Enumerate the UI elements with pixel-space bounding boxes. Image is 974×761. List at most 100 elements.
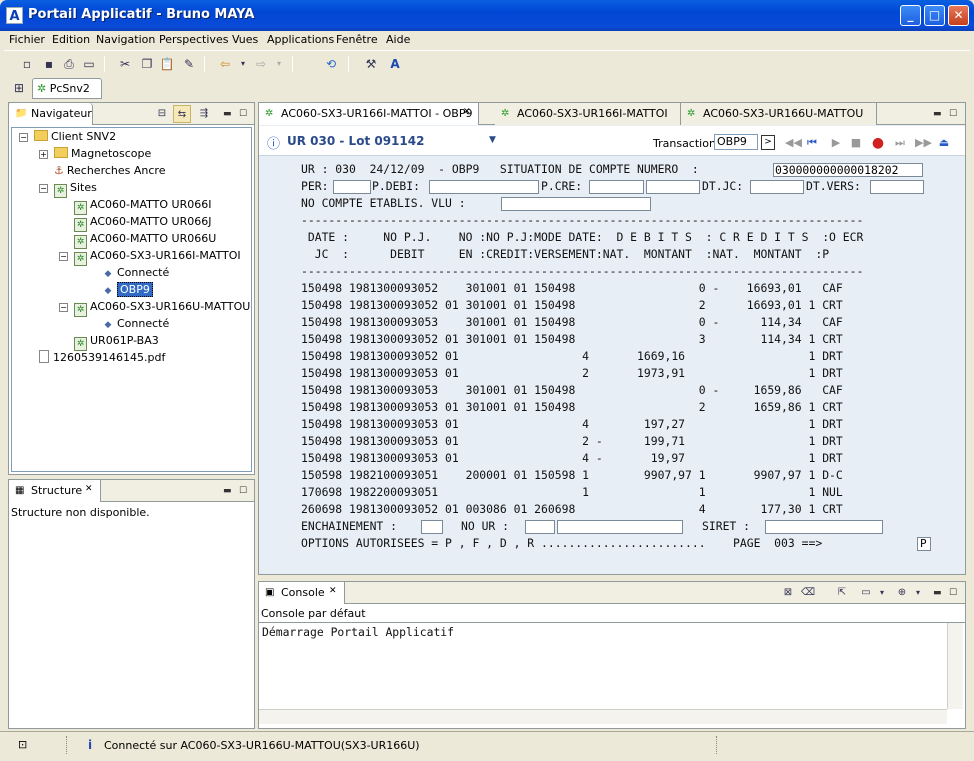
tab-editor[interactable]: ✲ AC060-SX3-UR166U-MATTOU (681, 103, 877, 125)
tree-node-root[interactable]: − Client SNV2 (19, 129, 116, 145)
menu-edition[interactable]: Edition (52, 33, 90, 46)
print-icon[interactable]: ⎙ (60, 55, 78, 73)
close-tab-icon[interactable]: ✕ (329, 586, 337, 596)
header-dropdown-icon[interactable]: ▼ (489, 135, 496, 145)
forward-icon[interactable]: ⇨ (252, 55, 270, 73)
transaction-input[interactable]: OBP9 (714, 134, 758, 150)
maximize-view-icon[interactable]: ☐ (239, 486, 247, 496)
tree-node-connecte[interactable]: ◆ Connecté (103, 316, 170, 332)
fast-view-icon[interactable]: ⊡ (18, 738, 27, 751)
noured-field[interactable] (525, 520, 555, 534)
pcre-field[interactable] (589, 180, 644, 194)
minimize-view-icon[interactable]: ▬ (223, 109, 232, 119)
tree-node-sites[interactable]: − ✲ Sites (39, 180, 97, 198)
sync-icon[interactable]: ⟲ (322, 55, 340, 73)
tree-node-site[interactable]: ✲ AC060-MATTO UR066J (74, 214, 211, 232)
filter-icon[interactable]: ⇶ (195, 105, 213, 123)
window-icon[interactable]: ▭ (80, 55, 98, 73)
minimize-view-icon[interactable]: ▬ (223, 486, 232, 496)
clear-console-icon[interactable]: ⌫ (799, 584, 817, 602)
app-a-icon[interactable]: A (386, 55, 404, 73)
tree-node-site[interactable]: ✲ UR061P-BA3 (74, 333, 159, 351)
dtjc-field[interactable] (750, 180, 804, 194)
maximize-view-icon[interactable]: ☐ (949, 109, 957, 119)
close-tab-icon[interactable]: ✕ (85, 484, 93, 494)
per-field[interactable] (333, 180, 371, 194)
eject-icon[interactable]: ⏏ (937, 136, 951, 150)
menu-vues[interactable]: Vues (232, 33, 258, 46)
rewind-icon[interactable]: ◀◀ (785, 136, 802, 150)
first-icon[interactable]: ⏮ (805, 136, 819, 150)
save-icon[interactable]: ▪ (40, 55, 58, 73)
console-hscrollbar[interactable] (259, 709, 947, 724)
tab-console[interactable]: ▣ Console ✕ (259, 582, 345, 604)
tree-node-pdf[interactable]: 1260539146145.pdf (39, 350, 165, 366)
menu-navigation[interactable]: Navigation (96, 33, 155, 46)
open-dropdown-icon[interactable]: ▾ (909, 584, 927, 602)
console-vscrollbar[interactable] (947, 623, 963, 709)
menu-fichier[interactable]: Fichier (9, 33, 45, 46)
tree-node-connecte[interactable]: ◆ Connecté (103, 265, 170, 281)
collapse-icon[interactable]: − (59, 252, 68, 261)
fast-forward-icon[interactable]: ▶▶ (915, 136, 932, 150)
enchainement-field[interactable] (421, 520, 443, 534)
tree-node-site[interactable]: ✲ AC060-MATTO UR066I (74, 197, 211, 215)
back-icon[interactable]: ⇦ (216, 55, 234, 73)
transaction-go-button[interactable]: > (761, 135, 775, 150)
tree-node-obp9[interactable]: ◆ OBP9 (103, 282, 153, 298)
tools-icon[interactable]: ⚒ (362, 55, 380, 73)
minimize-view-icon[interactable]: ▬ (933, 588, 942, 598)
dtvers-field[interactable] (870, 180, 924, 194)
tab-editor[interactable]: ✲ AC060-SX3-UR166I-MATTOI (495, 103, 681, 125)
paste-icon[interactable]: 📋 (158, 55, 176, 73)
copy-icon[interactable]: ❐ (138, 55, 156, 73)
table-row: 150498 1981300093052 01 4 1669,16 1 DRT (301, 349, 843, 363)
nocompte-field[interactable] (501, 197, 651, 211)
minimize-view-icon[interactable]: ▬ (933, 109, 942, 119)
collapse-icon[interactable]: − (59, 303, 68, 312)
tree-node-site[interactable]: − ✲ AC060-SX3-UR166U-MATTOU (59, 299, 250, 317)
maximize-view-icon[interactable]: ☐ (239, 109, 247, 119)
display-dropdown-icon[interactable]: ▾ (873, 584, 891, 602)
menu-fenetre[interactable]: Fenêtre (336, 33, 378, 46)
siret-field[interactable] (765, 520, 883, 534)
close-button[interactable]: ✕ (948, 5, 969, 26)
open-perspective-icon[interactable]: ⊞ (10, 79, 28, 97)
minimize-button[interactable]: _ (900, 5, 921, 26)
pen-icon[interactable]: ✎ (180, 55, 198, 73)
page-command-field[interactable]: P (917, 537, 931, 551)
forward-dropdown-icon[interactable]: ▾ (270, 55, 288, 73)
tree-node-site[interactable]: − ✲ AC060-SX3-UR166I-MATTOI (59, 248, 241, 266)
menu-perspectives[interactable]: Perspectives (159, 33, 228, 46)
record-icon[interactable]: ● (871, 136, 885, 150)
new-icon[interactable]: ▫ (18, 55, 36, 73)
stop-icon[interactable]: ■ (849, 136, 863, 150)
remove-launch-icon[interactable]: ⊠ (779, 584, 797, 602)
compte-numero-field[interactable]: 030000000000018202 (773, 163, 923, 177)
collapse-icon[interactable]: − (39, 184, 48, 193)
cut-icon[interactable]: ✂ (116, 55, 134, 73)
tree-node-magnetoscope[interactable]: + Magnetoscope (39, 146, 151, 162)
tab-structure[interactable]: ▦ Structure ✕ (9, 480, 101, 502)
maximize-view-icon[interactable]: ☐ (949, 588, 957, 598)
expand-icon[interactable]: + (39, 150, 48, 159)
tab-navigator[interactable]: 📁 Navigateur (9, 103, 93, 125)
link-editor-icon[interactable]: ⇆ (173, 105, 191, 123)
play-icon[interactable]: ▶ (829, 136, 843, 150)
maximize-button[interactable]: □ (924, 5, 945, 26)
close-tab-icon[interactable]: ✕ (463, 107, 471, 117)
tree-node-site[interactable]: ✲ AC060-MATTO UR066U (74, 231, 216, 249)
collapse-icon[interactable]: − (19, 133, 28, 142)
collapse-all-icon[interactable]: ⊟ (153, 105, 171, 123)
tab-editor-active[interactable]: ✲ AC060-SX3-UR166I-MATTOI - OBP9 ✕ (259, 103, 479, 125)
perspective-tab[interactable]: ✲ PcSnv2 (32, 78, 102, 99)
last-icon[interactable]: ⏭ (893, 136, 907, 150)
pin-console-icon[interactable]: ⇱ (833, 584, 851, 602)
back-dropdown-icon[interactable]: ▾ (234, 55, 252, 73)
noured-field-2[interactable] (557, 520, 683, 534)
pcre-field-2[interactable] (646, 180, 700, 194)
menu-aide[interactable]: Aide (386, 33, 410, 46)
tree-node-recherches[interactable]: ⚓ Recherches Ancre (54, 163, 165, 179)
menu-applications[interactable]: Applications (267, 33, 334, 46)
pdebi-field[interactable] (429, 180, 539, 194)
